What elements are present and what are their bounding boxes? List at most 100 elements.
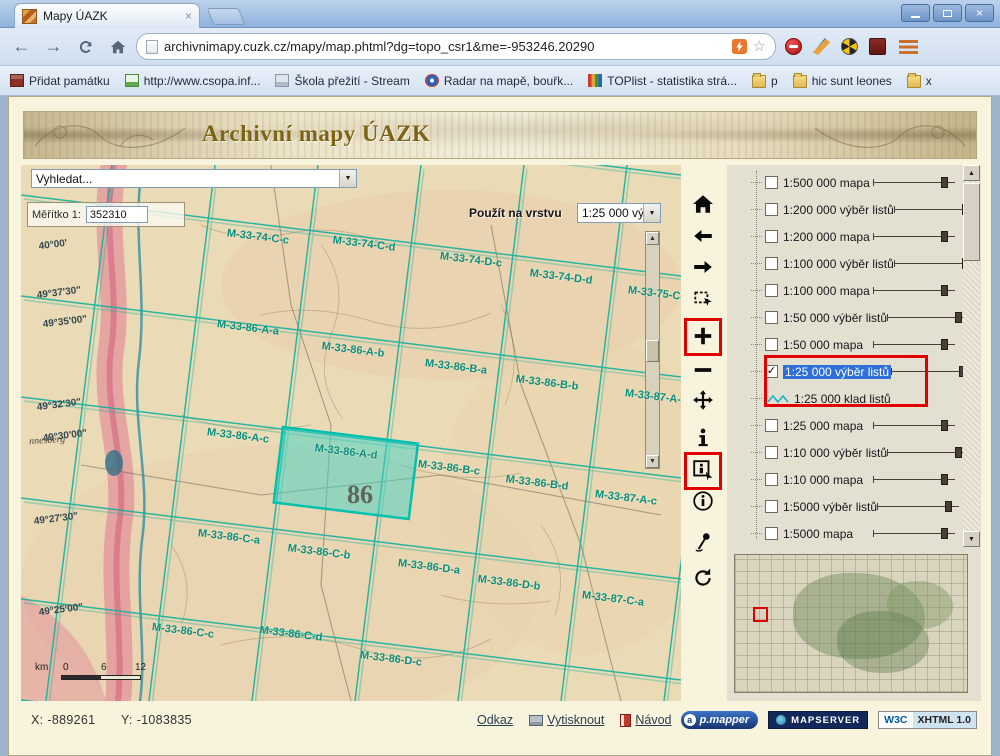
layer-checkbox[interactable]: ✓ — [765, 365, 778, 378]
layers-scrollbar[interactable]: ▲ ▼ — [963, 165, 980, 547]
zoom-in-button[interactable] — [688, 322, 718, 352]
bookmark-item[interactable]: Radar na mapě, bouřk... — [425, 74, 573, 88]
new-tab-button[interactable] — [207, 8, 246, 25]
minimize-button[interactable] — [901, 4, 930, 22]
layer-row[interactable]: 1:500 000 mapa — [735, 169, 961, 196]
bookmark-item[interactable]: p — [752, 73, 778, 88]
slider-handle[interactable] — [646, 340, 659, 362]
chevron-down-icon[interactable]: ▼ — [643, 204, 660, 222]
layer-checkbox[interactable] — [765, 500, 778, 513]
forward-button[interactable] — [688, 253, 718, 283]
scrollbar-thumb[interactable] — [963, 183, 980, 261]
layer-row[interactable]: 1:25 000 klad listů — [735, 385, 961, 412]
slider-handle[interactable] — [945, 501, 952, 512]
search-dropdown[interactable]: Vyhledat... ▼ — [31, 169, 357, 188]
map-zoom-slider[interactable]: ▲ ▼ — [645, 231, 660, 469]
zoom-out-button[interactable] — [688, 356, 718, 386]
browser-tab[interactable]: Mapy ÚAZK × — [14, 3, 200, 28]
slider-handle[interactable] — [955, 312, 962, 323]
footer-link[interactable]: Odkaz — [477, 713, 513, 727]
slider-handle[interactable] — [941, 528, 948, 539]
home-button-browser[interactable] — [104, 33, 131, 60]
refresh-button[interactable] — [688, 564, 718, 594]
select-button[interactable] — [688, 284, 718, 314]
layer-row[interactable]: ✓1:25 000 výběr listů — [735, 358, 961, 385]
pmapper-logo[interactable]: a p.mapper — [681, 711, 759, 729]
layer-opacity-slider[interactable] — [873, 230, 955, 243]
url-text[interactable]: archivnimapy.cuzk.cz/mapy/map.phtml?dg=t… — [164, 39, 726, 54]
auto-identify-button[interactable] — [688, 456, 718, 486]
layer-opacity-slider[interactable] — [887, 311, 969, 324]
home-button[interactable] — [688, 190, 718, 220]
identify-button[interactable] — [688, 424, 718, 454]
layer-row[interactable]: 1:200 000 výběr listů — [735, 196, 961, 223]
layer-opacity-slider[interactable] — [877, 500, 959, 513]
scale-input[interactable] — [86, 206, 148, 223]
red-extension-icon[interactable] — [869, 38, 886, 55]
footer-link[interactable]: Návod — [620, 713, 671, 727]
layer-opacity-slider[interactable] — [887, 446, 969, 459]
slider-handle[interactable] — [955, 447, 962, 458]
slider-down-icon[interactable]: ▼ — [646, 455, 659, 468]
w3c-xhtml-badge[interactable]: W3C XHTML 1.0 — [878, 711, 977, 729]
layer-row[interactable]: 1:50 000 mapa — [735, 331, 961, 358]
address-bar[interactable]: archivnimapy.cuzk.cz/mapy/map.phtml?dg=t… — [136, 33, 776, 60]
layer-opacity-slider[interactable] — [873, 338, 955, 351]
overview-map[interactable] — [734, 554, 968, 693]
chevron-down-icon[interactable]: ▼ — [339, 170, 356, 187]
layer-opacity-slider[interactable] — [873, 176, 955, 189]
close-button[interactable]: × — [965, 4, 994, 22]
tab-close-icon[interactable]: × — [185, 10, 192, 22]
tooltip-button[interactable] — [688, 487, 718, 517]
slider-handle[interactable] — [941, 285, 948, 296]
layer-checkbox[interactable] — [765, 176, 778, 189]
layer-checkbox[interactable] — [765, 527, 778, 540]
slider-handle[interactable] — [941, 474, 948, 485]
radiation-extension-icon[interactable] — [841, 38, 858, 55]
footer-link[interactable]: Vytisknout — [529, 713, 604, 727]
pen-extension-icon[interactable] — [813, 38, 830, 55]
layer-row[interactable]: 1:5000 výběr listů — [735, 493, 961, 520]
slider-up-icon[interactable]: ▲ — [646, 232, 659, 245]
layer-row[interactable]: 1:10 000 výběr listů — [735, 439, 961, 466]
bookmark-item[interactable]: Škola přežití - Stream — [275, 74, 409, 88]
layer-checkbox[interactable] — [765, 230, 778, 243]
reload-button[interactable] — [72, 33, 99, 60]
adblock-icon[interactable] — [785, 38, 802, 55]
layer-checkbox[interactable] — [765, 203, 778, 216]
layer-row[interactable]: 1:100 000 mapa — [735, 277, 961, 304]
layer-opacity-slider[interactable] — [873, 527, 955, 540]
layer-checkbox[interactable] — [765, 284, 778, 297]
layer-row[interactable]: 1:10 000 mapa — [735, 466, 961, 493]
bookmark-item[interactable]: x — [907, 73, 932, 88]
layer-checkbox[interactable] — [765, 338, 778, 351]
back-button[interactable]: ← — [8, 33, 35, 60]
layer-row[interactable]: 1:100 000 výběr listů — [735, 250, 961, 277]
slider-handle[interactable] — [941, 420, 948, 431]
slider-handle[interactable] — [941, 231, 948, 242]
layer-row[interactable]: 1:5000 mapa — [735, 520, 961, 547]
bookmark-star-icon[interactable]: ☆ — [753, 40, 766, 54]
mapserver-logo[interactable]: MAPSERVER — [768, 711, 868, 729]
add-poi-button[interactable] — [688, 528, 718, 558]
layer-opacity-slider[interactable] — [891, 365, 973, 378]
layer-checkbox[interactable] — [765, 473, 778, 486]
apply-layer-dropdown[interactable]: 1:25 000 vý ▼ — [577, 203, 661, 223]
layer-checkbox[interactable] — [765, 419, 778, 432]
layer-opacity-slider[interactable] — [873, 284, 955, 297]
slider-handle[interactable] — [941, 339, 948, 350]
maximize-button[interactable] — [933, 4, 962, 22]
pan-button[interactable] — [688, 386, 718, 416]
bookmark-item[interactable]: http://www.csopa.inf... — [125, 74, 261, 88]
map-viewport[interactable]: Vyhledat... ▼ Měřítko 1: Použít na vrstv… — [21, 165, 681, 701]
bookmark-item[interactable]: TOPlist - statistika strá... — [588, 74, 737, 88]
layer-row[interactable]: 1:200 000 mapa — [735, 223, 961, 250]
slider-handle[interactable] — [941, 177, 948, 188]
layer-checkbox[interactable] — [765, 257, 778, 270]
layer-checkbox[interactable] — [765, 311, 778, 324]
layer-checkbox[interactable] — [765, 446, 778, 459]
scroll-down-icon[interactable]: ▼ — [963, 531, 980, 547]
layer-row[interactable]: 1:25 000 mapa — [735, 412, 961, 439]
layer-opacity-slider[interactable] — [873, 419, 955, 432]
bookmark-item[interactable]: Přidat památku — [10, 74, 110, 88]
